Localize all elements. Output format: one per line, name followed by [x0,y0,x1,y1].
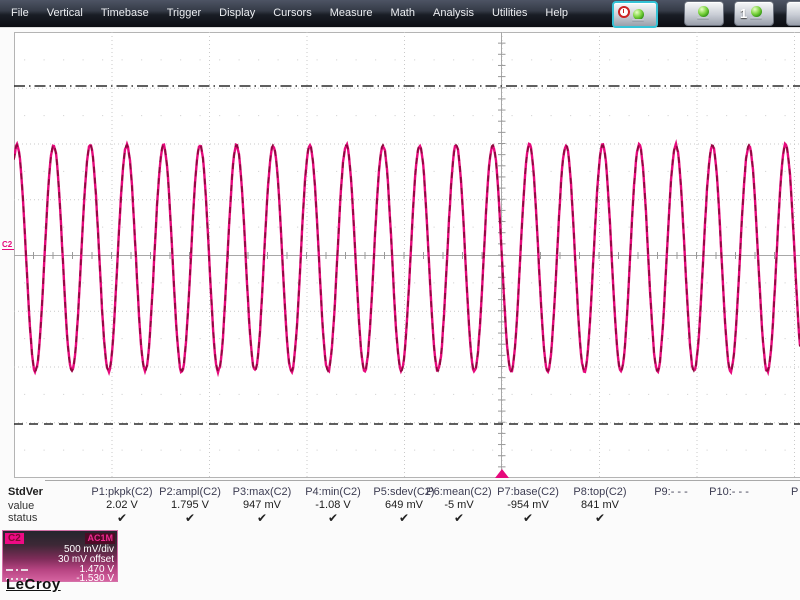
row-header-mode: StdVer [8,486,43,498]
p1-status-check-icon: ✔ [116,511,128,525]
measurement-col-p1: P1:pkpk(C2) 2.02 V ✔ [91,485,152,525]
p3-status-check-icon: ✔ [256,511,268,525]
measurement-col-p8: P8:top(C2) 841 mV ✔ [573,485,626,525]
menu-file[interactable]: File [2,0,38,27]
p7-status-check-icon: ✔ [522,511,534,525]
probe-button[interactable] [684,1,724,26]
p7-label[interactable]: P7:base(C2) [497,485,559,499]
probe-orb-icon [698,6,709,17]
p10-value [709,499,749,512]
measurement-col-p10: P10:- - - [709,485,749,525]
probe-partial-button[interactable] [786,1,800,26]
row-header-status: status [8,512,38,524]
measurement-col-p9: P9:- - - [654,485,688,525]
menu-display[interactable]: Display [210,0,264,27]
measurement-col-p7: P7:base(C2) -954 mV ✔ [497,485,559,525]
menu-measure[interactable]: Measure [321,0,382,27]
menu-items: File Vertical Timebase Trigger Display C… [2,0,577,27]
p9-status [654,512,688,525]
measurement-col-p3: P3:max(C2) 947 mV ✔ [233,485,292,525]
p10-label[interactable]: P10:- - - [709,485,749,499]
dashdot-line-key-icon [6,569,31,571]
menu-timebase[interactable]: Timebase [92,0,158,27]
probe-1-button[interactable]: 1 [734,1,774,26]
p10-status [709,512,749,525]
p3-label[interactable]: P3:max(C2) [233,485,292,499]
measurement-col-partial: P [791,485,798,499]
p4-label[interactable]: P4:min(C2) [305,485,361,499]
trigger-time-marker[interactable] [495,469,509,478]
menu-math[interactable]: Math [382,0,424,27]
measurement-col-p4: P4:min(C2) -1.08 V ✔ [305,485,361,525]
p1-label[interactable]: P1:pkpk(C2) [91,485,152,499]
measurement-col-p2: P2:ampl(C2) 1.795 V ✔ [159,485,221,525]
p-partial-label: P [791,486,799,498]
waveform-display[interactable] [14,32,800,478]
p4-status-check-icon: ✔ [327,511,339,525]
menu-trigger[interactable]: Trigger [158,0,210,27]
history-timer-button[interactable] [612,1,658,28]
alarm-clock-icon [618,6,630,18]
channel-badge: C2 [5,533,24,544]
p9-value [654,499,688,512]
p2-label[interactable]: P2:ampl(C2) [159,485,221,499]
p6-status-check-icon: ✔ [453,511,465,525]
coupling-badge: AC1M [85,533,115,544]
channel-descriptor-c2[interactable]: C2 AC1M 500 mV/div 30 mV offset 1.470 V … [2,530,118,584]
probe-base-icon [697,17,709,20]
probe-orb-icon [751,6,762,17]
base-level-value: -1.530 V [76,573,114,584]
menu-help[interactable]: Help [536,0,577,27]
measurement-col-p6: P6:mean(C2) -5 mV ✔ [426,485,491,525]
measurement-table: StdVer value status P1:pkpk(C2) 2.02 V ✔… [0,479,800,527]
menu-bar: File Vertical Timebase Trigger Display C… [0,0,800,28]
oscilloscope-screen: File Vertical Timebase Trigger Display C… [0,0,800,600]
p9-label[interactable]: P9:- - - [654,485,688,499]
menu-vertical[interactable]: Vertical [38,0,92,27]
menu-analysis[interactable]: Analysis [424,0,483,27]
menu-cursors[interactable]: Cursors [264,0,321,27]
lecroy-logo: LeCroy [6,576,61,593]
p2-status-check-icon: ✔ [184,511,196,525]
menu-utilities[interactable]: Utilities [483,0,536,27]
probe-1-label: 1 [740,6,748,21]
channel-c2-zero-marker[interactable]: C2 [2,240,14,250]
p8-status-check-icon: ✔ [594,511,606,525]
p6-label[interactable]: P6:mean(C2) [426,485,491,499]
probe-base-icon [750,17,762,20]
probe-base-icon [632,19,644,22]
p8-label[interactable]: P8:top(C2) [573,485,626,499]
table-separator [45,480,800,481]
